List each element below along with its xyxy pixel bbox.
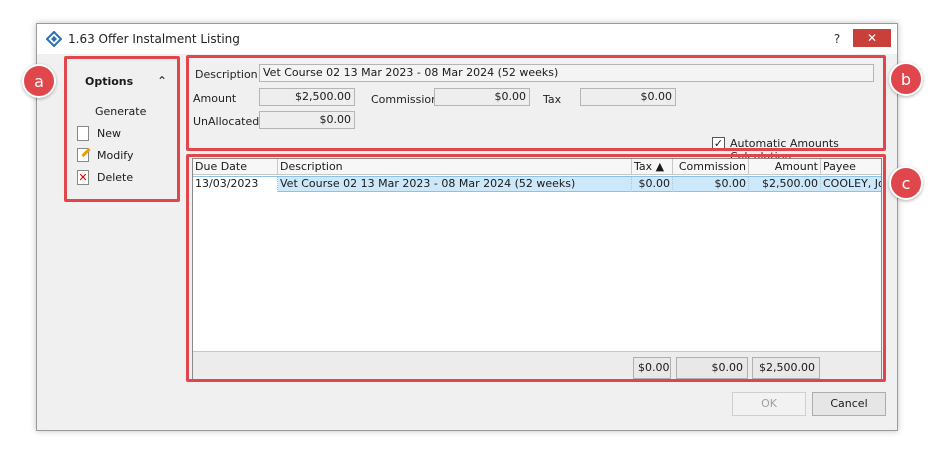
title-bar: 1.63 Offer Instalment Listing ? ✕	[37, 24, 897, 54]
highlight-box-b	[186, 55, 886, 151]
cancel-button[interactable]: Cancel	[812, 392, 886, 416]
highlight-box-a	[64, 56, 180, 202]
window-title: 1.63 Offer Instalment Listing	[68, 32, 240, 46]
annotation-badge-c: c	[889, 166, 923, 200]
help-button[interactable]: ?	[827, 30, 847, 48]
highlight-box-c	[186, 154, 886, 382]
close-button[interactable]: ✕	[853, 29, 891, 47]
annotation-badge-a: a	[22, 64, 56, 98]
app-logo-icon	[46, 31, 62, 47]
annotation-badge-b: b	[889, 62, 923, 96]
ok-button[interactable]: OK	[732, 392, 806, 416]
